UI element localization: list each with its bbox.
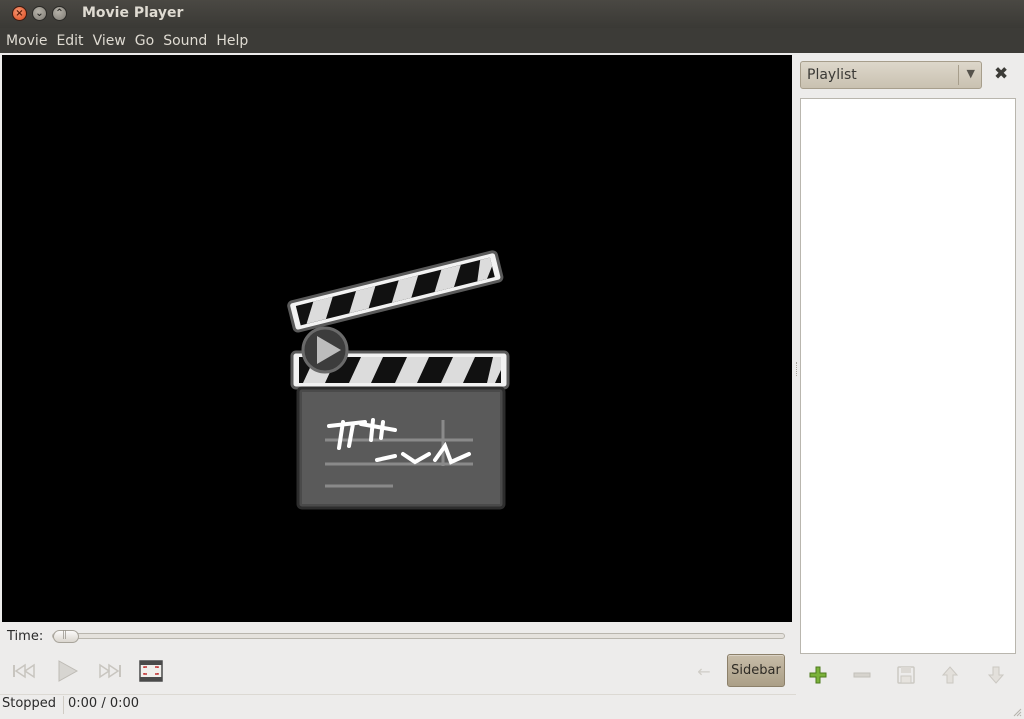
menu-help[interactable]: Help xyxy=(212,33,252,49)
play-icon[interactable] xyxy=(54,658,80,684)
title-bar: × ⌄ ⌃ Movie Player xyxy=(0,0,1024,28)
minus-icon[interactable] xyxy=(850,664,874,686)
close-window-button[interactable]: × xyxy=(12,6,27,21)
arrow-down-icon[interactable] xyxy=(984,664,1008,686)
status-time: 0:00 / 0:00 xyxy=(68,696,140,711)
minimize-window-button[interactable]: ⌄ xyxy=(32,6,47,21)
menu-go[interactable]: Go xyxy=(131,33,158,49)
seek-bar[interactable] xyxy=(52,633,785,639)
sidebar-toggle-button[interactable]: Sidebar xyxy=(727,654,785,687)
playlist-list[interactable] xyxy=(800,98,1016,654)
status-state: Stopped xyxy=(2,696,57,711)
dropdown-separator xyxy=(958,65,959,85)
menu-bar: Movie Edit View Go Sound Help xyxy=(0,28,1024,53)
video-area[interactable] xyxy=(2,55,792,622)
close-sidebar-icon[interactable]: ✖ xyxy=(994,66,1008,83)
sidebar-dropdown[interactable]: Playlist ▼ xyxy=(800,61,982,89)
maximize-window-button[interactable]: ⌃ xyxy=(52,6,67,21)
chevron-down-icon: ▼ xyxy=(966,67,975,80)
resize-grip-icon[interactable] xyxy=(1012,707,1022,717)
plus-icon[interactable] xyxy=(806,664,830,686)
menu-movie[interactable]: Movie xyxy=(2,33,51,49)
save-icon[interactable] xyxy=(894,664,918,686)
window-title: Movie Player xyxy=(82,5,184,21)
pane-resize-handle[interactable] xyxy=(796,362,798,376)
arrow-left-icon: ← xyxy=(697,661,711,681)
menu-edit[interactable]: Edit xyxy=(52,33,87,49)
time-label: Time: xyxy=(7,629,44,644)
arrow-up-icon[interactable] xyxy=(938,664,962,686)
fullscreen-icon[interactable] xyxy=(138,659,164,683)
menu-sound[interactable]: Sound xyxy=(159,33,211,49)
seek-handle[interactable] xyxy=(53,630,79,643)
status-divider xyxy=(0,694,796,695)
status-separator xyxy=(63,696,64,714)
skip-previous-icon[interactable] xyxy=(10,660,40,682)
sidebar-dropdown-value: Playlist xyxy=(807,67,857,83)
skip-next-icon[interactable] xyxy=(94,660,124,682)
clapperboard-icon xyxy=(287,250,510,510)
menu-view[interactable]: View xyxy=(89,33,130,49)
